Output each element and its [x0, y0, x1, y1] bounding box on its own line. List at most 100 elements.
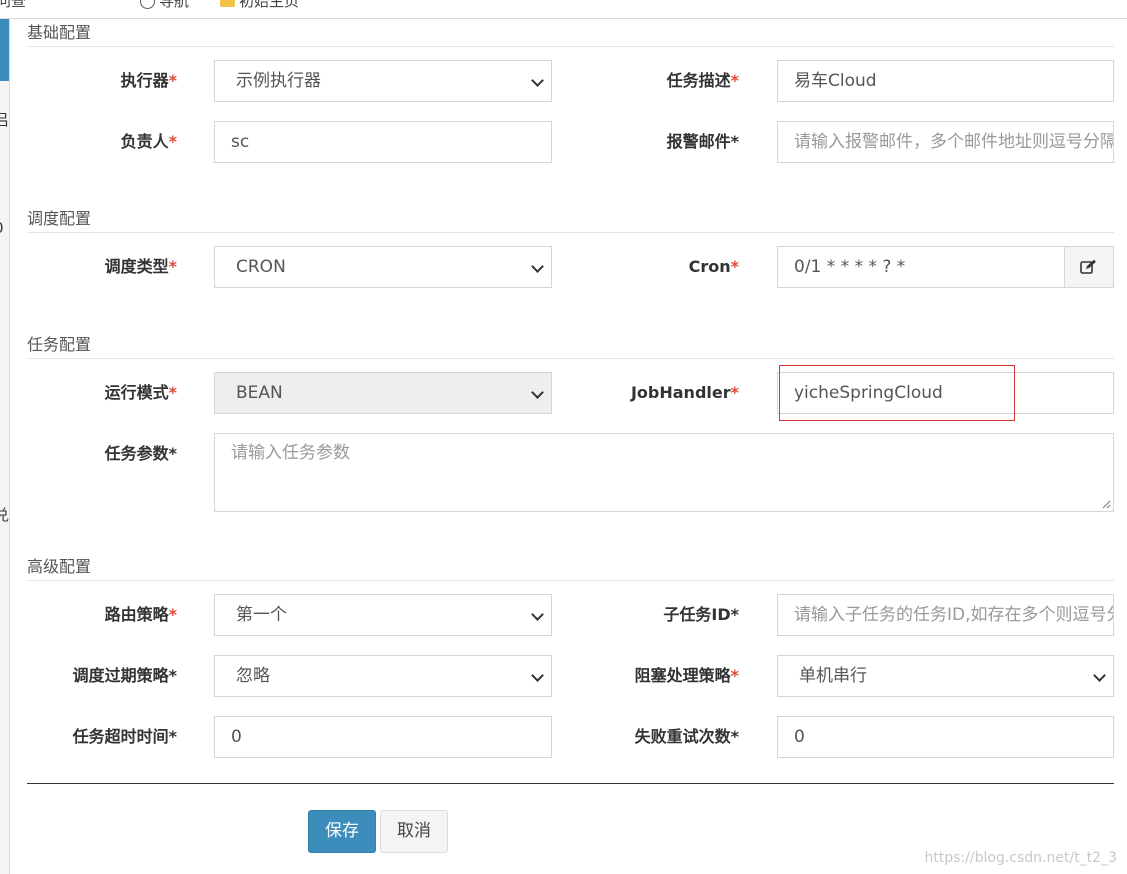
required-mark: * — [168, 383, 177, 402]
label-text: Cron — [688, 257, 731, 276]
cron-edit-button[interactable] — [1065, 246, 1114, 288]
owner-input[interactable]: sc — [214, 121, 552, 163]
fail-retry-input[interactable]: 0 — [777, 716, 1114, 758]
route-strategy-label: 路由策略* — [17, 605, 177, 625]
route-strategy-select[interactable]: 第一个 — [214, 594, 552, 636]
section-schedule-title: 调度配置 — [27, 206, 1114, 233]
label-text: 阻塞处理策略 — [634, 666, 731, 685]
label-text: 负责人 — [120, 132, 169, 151]
misfire-strategy-select[interactable]: 忽略 — [214, 655, 552, 697]
placeholder-text: 请输入任务参数 — [231, 443, 350, 463]
cron-input[interactable]: 0/1 * * * * ? * — [777, 246, 1065, 288]
globe-icon — [140, 0, 155, 9]
select-value: 示例执行器 — [236, 71, 321, 91]
schedule-type-label: 调度类型* — [17, 257, 177, 277]
cron-label: Cron* — [579, 257, 739, 277]
resize-grip-icon[interactable] — [1101, 499, 1111, 509]
label-text: 任务超时时间 — [72, 727, 169, 746]
input-value: 易车Cloud — [794, 71, 877, 91]
chevron-down-icon — [531, 608, 544, 621]
required-mark: * — [730, 383, 739, 402]
select-value: CRON — [236, 257, 286, 277]
background-header — [0, 19, 9, 81]
background-text: 吕 — [0, 109, 9, 130]
child-job-id-label: 子任务ID* — [663, 605, 739, 624]
required-mark: * — [730, 257, 739, 276]
bookmark-item[interactable]: 导航 — [140, 0, 189, 11]
edit-icon — [1080, 259, 1096, 274]
executor-select[interactable]: 示例执行器 — [214, 60, 552, 102]
run-mode-label: 运行模式* — [17, 383, 177, 403]
save-button[interactable]: 保存 — [308, 810, 376, 853]
job-edit-modal: 基础配置 执行器* 示例执行器 任务描述* 易车Cloud 负责人* sc 报警… — [10, 19, 1127, 874]
placeholder-text: 请输入报警邮件，多个邮件地址则逗号分隔 — [794, 132, 1114, 152]
label-text: 路由策略 — [104, 605, 169, 624]
form-divider — [27, 783, 1114, 784]
section-basic-title: 基础配置 — [27, 20, 1114, 47]
timeout-input[interactable]: 0 — [214, 716, 552, 758]
label-text: JobHandler — [630, 383, 731, 402]
block-strategy-select[interactable]: 单机串行 — [777, 655, 1114, 697]
input-value: 0 — [794, 727, 805, 747]
timeout-label: 任务超时时间* — [72, 727, 177, 746]
chevron-down-icon — [1093, 669, 1106, 682]
chevron-down-icon — [531, 260, 544, 273]
label-text: 调度类型 — [104, 257, 169, 276]
section-advanced-title: 高级配置 — [27, 554, 1114, 581]
label-text: 任务描述 — [666, 71, 731, 90]
job-param-label: 任务参数* — [104, 444, 177, 463]
required-mark: * — [168, 605, 177, 624]
chevron-down-icon — [531, 74, 544, 87]
chevron-down-icon — [531, 669, 544, 682]
folder-icon — [220, 0, 235, 7]
owner-label: 负责人* — [17, 132, 177, 152]
watermark: https://blog.csdn.net/t_t2_3 — [924, 850, 1117, 866]
required-mark: * — [730, 71, 739, 90]
chevron-down-icon — [531, 386, 544, 399]
label-text: 执行器 — [120, 71, 169, 90]
label-text: 失败重试次数 — [634, 727, 731, 746]
child-job-id-input[interactable]: 请输入子任务的任务ID,如存在多个则逗号分隔 — [777, 594, 1114, 636]
bookmark-item[interactable]: 初始主页 — [220, 0, 299, 11]
bookmark-label: 导航 — [159, 0, 190, 10]
label-text: 子任务ID — [663, 605, 731, 624]
select-value: BEAN — [236, 383, 283, 403]
label-text: 报警邮件 — [666, 132, 731, 151]
required-mark: * — [168, 71, 177, 90]
job-param-textarea[interactable]: 请输入任务参数 — [214, 433, 1114, 512]
fail-retry-label: 失败重试次数* — [634, 727, 739, 746]
required-mark: * — [168, 257, 177, 276]
section-task-title: 任务配置 — [27, 332, 1114, 359]
placeholder-text: 请输入子任务的任务ID,如存在多个则逗号分隔 — [794, 605, 1114, 625]
cancel-button[interactable]: 取消 — [380, 810, 448, 853]
alarm-email-input[interactable]: 请输入报警邮件，多个邮件地址则逗号分隔 — [777, 121, 1114, 163]
job-desc-label: 任务描述* — [579, 71, 739, 91]
background-page: 吕 0 兑 — [0, 19, 10, 874]
required-mark: * — [168, 132, 177, 151]
input-value: 0 — [231, 727, 242, 747]
label-text: 运行模式 — [104, 383, 169, 402]
alarm-email-label: 报警邮件* — [666, 132, 739, 151]
select-value: 单机串行 — [799, 666, 867, 686]
schedule-type-select[interactable]: CRON — [214, 246, 552, 288]
run-mode-select[interactable]: BEAN — [214, 372, 552, 414]
select-value: 忽略 — [236, 666, 270, 686]
executor-label: 执行器* — [17, 71, 177, 91]
block-strategy-label: 阻塞处理策略* — [579, 666, 739, 686]
select-value: 第一个 — [236, 605, 287, 625]
background-text: 0 — [0, 219, 4, 237]
input-value: sc — [231, 132, 250, 152]
job-handler-input[interactable]: yicheSpringCloud — [777, 372, 1114, 414]
required-mark: * — [730, 666, 739, 685]
bookmark-item[interactable]: 问查 — [0, 0, 26, 11]
input-value: yicheSpringCloud — [794, 383, 943, 403]
job-desc-input[interactable]: 易车Cloud — [777, 60, 1114, 102]
label-text: 调度过期策略 — [72, 666, 169, 685]
input-value: 0/1 * * * * ? * — [794, 257, 906, 277]
misfire-strategy-label: 调度过期策略* — [72, 666, 177, 685]
browser-bookmarks-bar: 问查 导航 初始主页 — [0, 0, 1127, 19]
job-handler-label: JobHandler* — [579, 383, 739, 403]
background-text: 兑 — [0, 504, 9, 525]
bookmark-label: 初始主页 — [239, 0, 300, 10]
label-text: 任务参数 — [104, 444, 169, 463]
